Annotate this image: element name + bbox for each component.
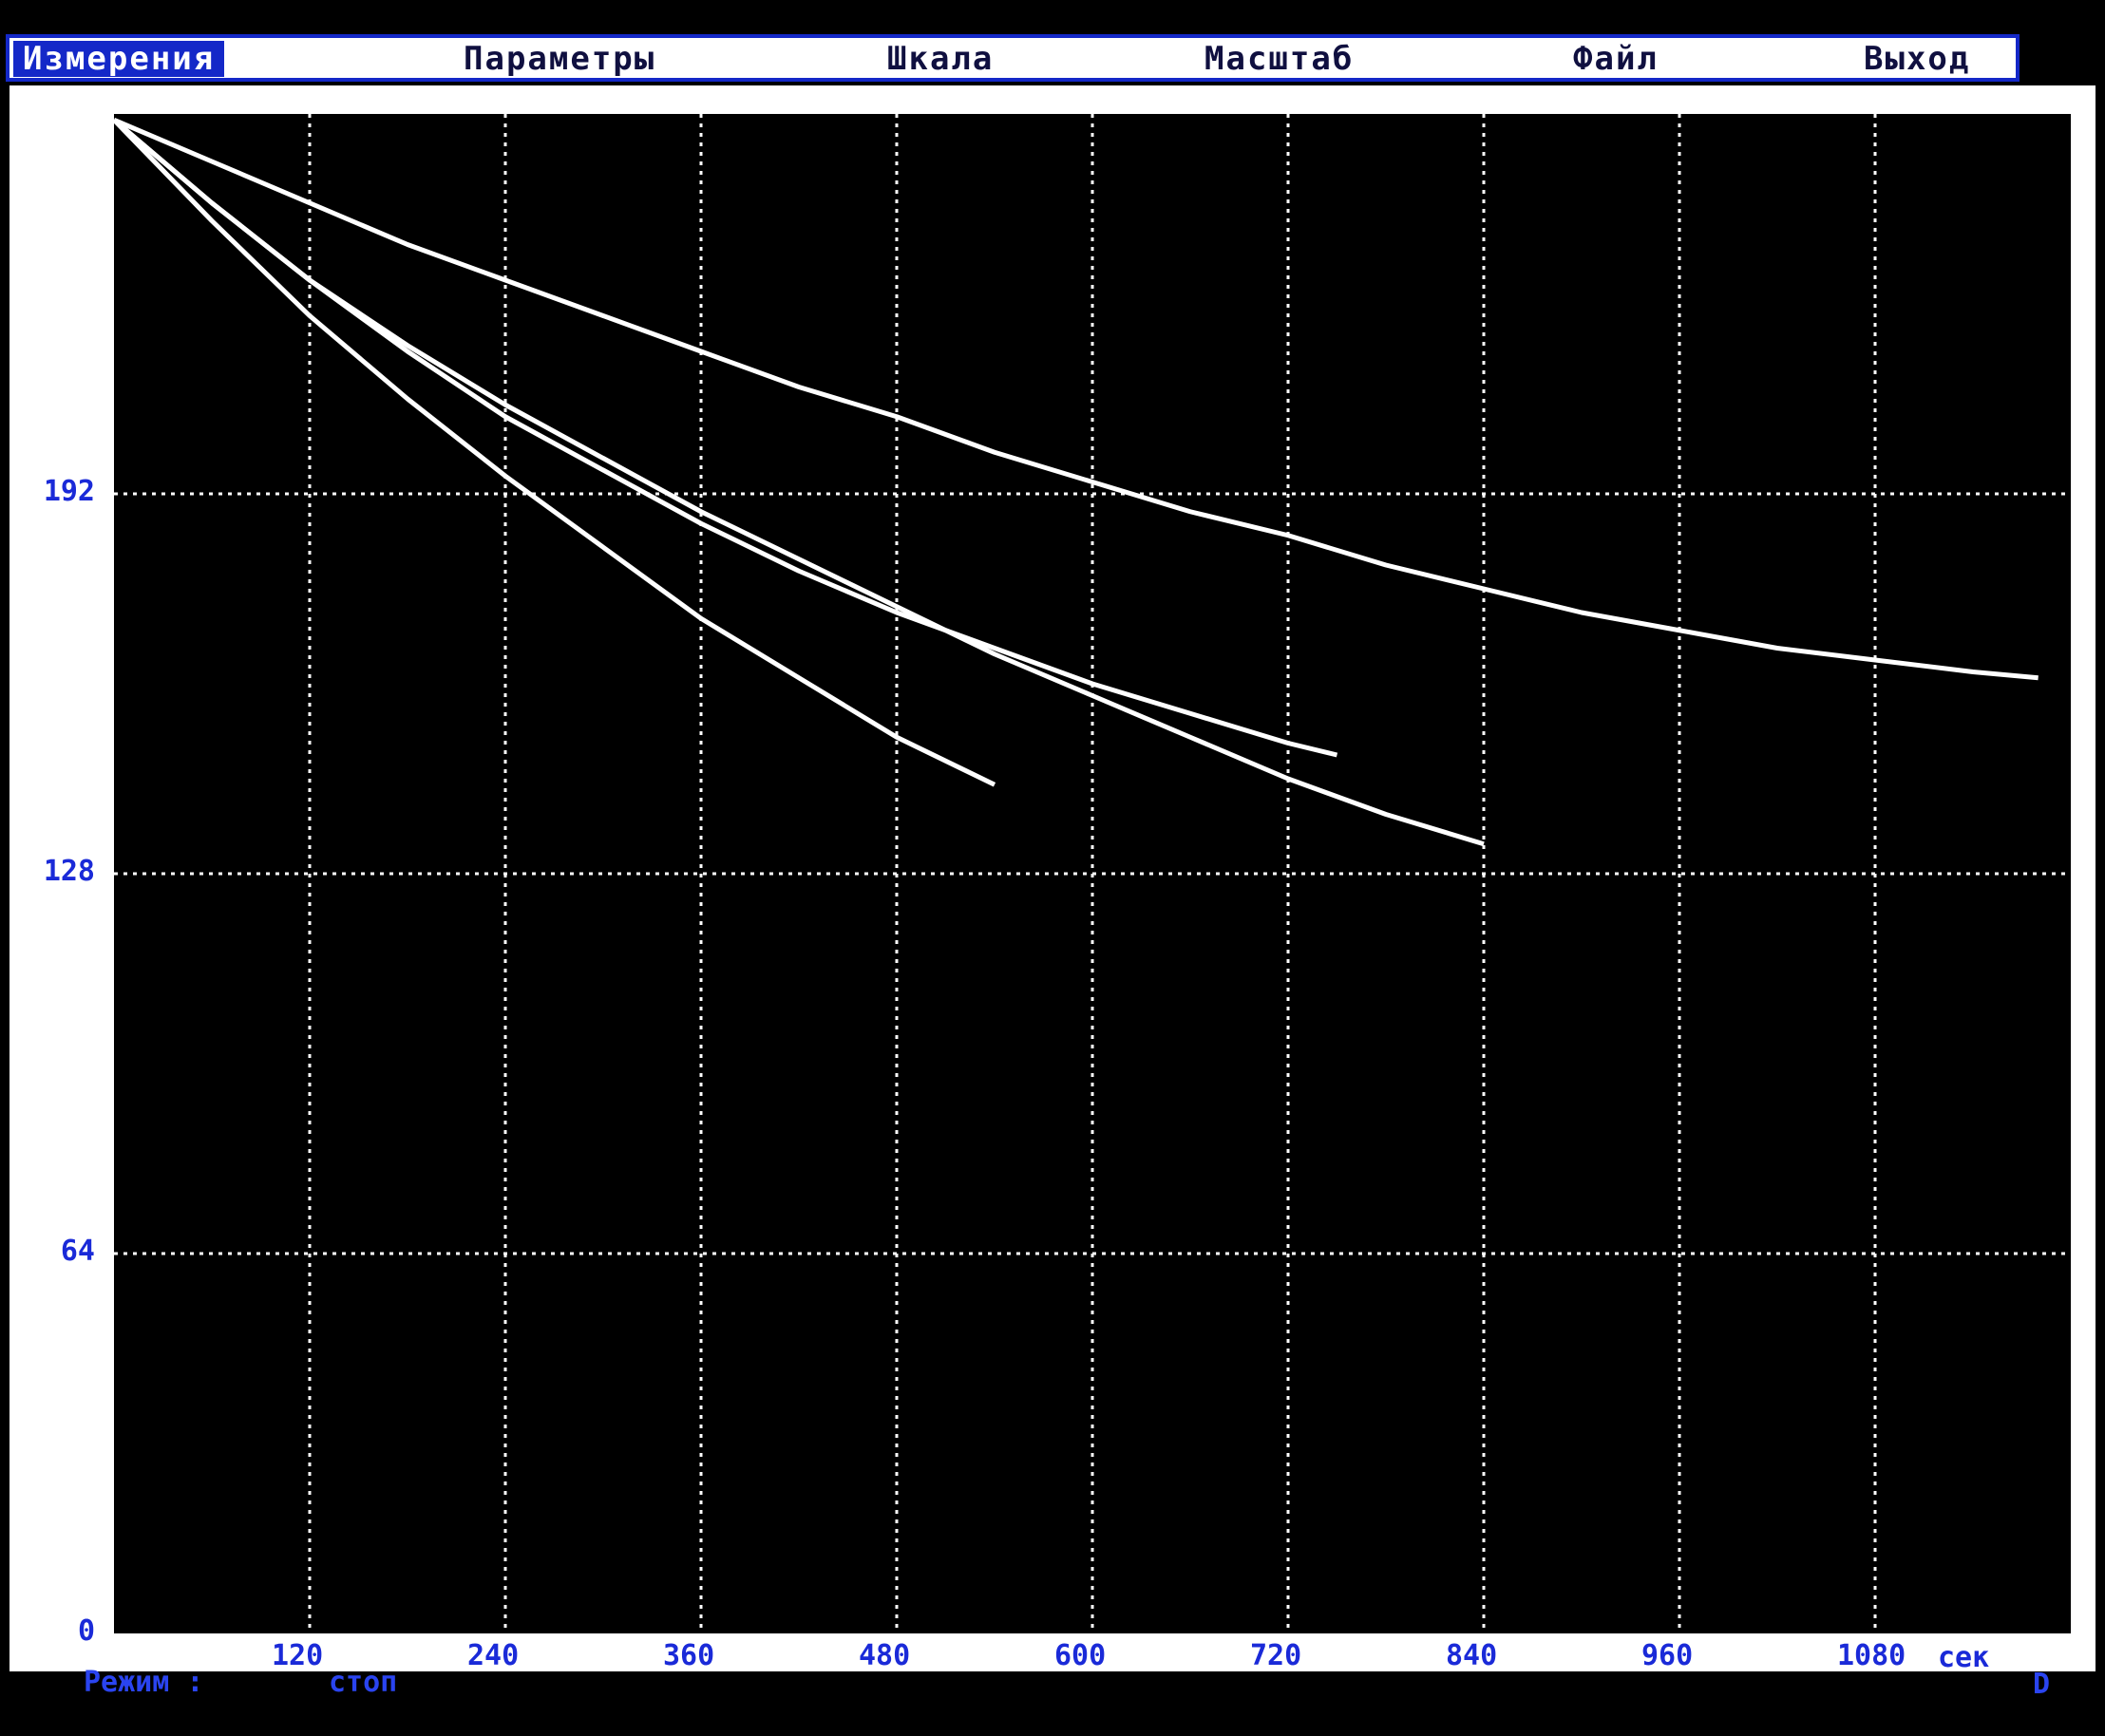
x-tick-label-8: 1080 xyxy=(1837,1639,1906,1672)
x-axis-unit-label: сек xyxy=(1938,1641,1990,1674)
x-tick-label-0: 120 xyxy=(272,1639,324,1672)
y-tick-label-1: 64 xyxy=(60,1235,95,1268)
status-indicator: D xyxy=(2033,1668,2051,1701)
status-mode-value: стоп xyxy=(329,1666,398,1699)
y-tick-label-3: 192 xyxy=(43,475,95,508)
y-tick-label-0: 0 xyxy=(77,1614,95,1648)
chart xyxy=(112,114,2071,1633)
x-tick-label-5: 720 xyxy=(1250,1639,1302,1672)
x-tick-label-6: 840 xyxy=(1446,1639,1498,1672)
y-tick-label-2: 128 xyxy=(43,855,95,888)
x-tick-label-7: 960 xyxy=(1641,1639,1694,1672)
x-tick-label-3: 480 xyxy=(859,1639,911,1672)
x-tick-label-2: 360 xyxy=(663,1639,715,1672)
status-mode-label: Режим : xyxy=(84,1666,204,1699)
x-tick-label-1: 240 xyxy=(467,1639,520,1672)
x-tick-label-4: 600 xyxy=(1054,1639,1107,1672)
